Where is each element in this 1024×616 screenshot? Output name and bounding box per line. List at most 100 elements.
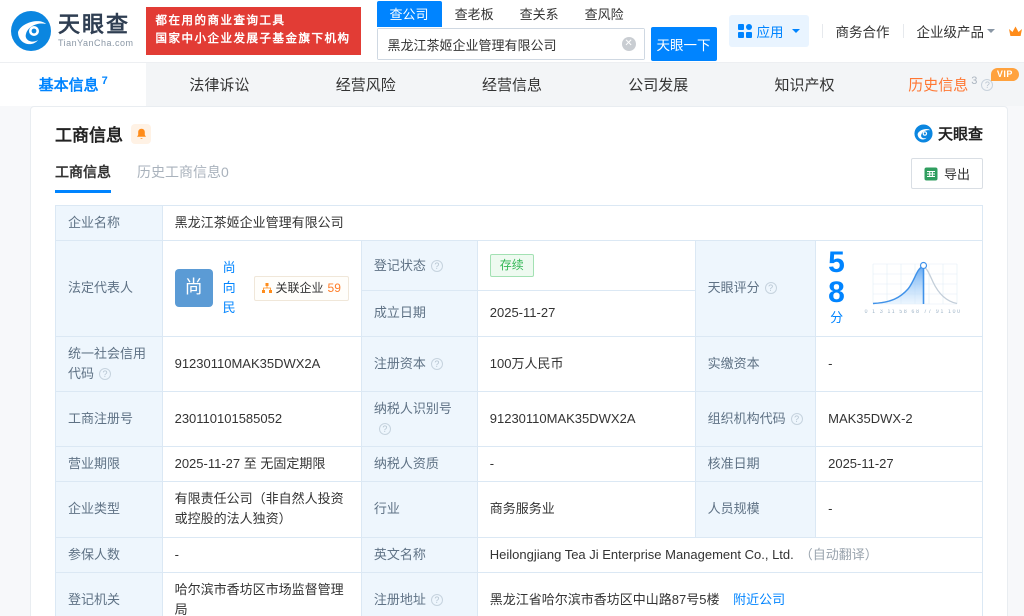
info-icon[interactable]: [99, 368, 111, 380]
tab-count: 3: [971, 75, 977, 87]
apps-grid-icon: [738, 24, 752, 38]
field-label-insured-count: 参保人数: [56, 537, 163, 572]
header-menu: 应用 商务合作 企业级产品 开通会员: [729, 15, 1024, 47]
taxpayer-id-value: 91230110MAK35DWX2A: [477, 391, 695, 446]
auto-translate-note: （自动翻译）: [800, 547, 878, 562]
subtab-business-info[interactable]: 工商信息: [55, 162, 111, 193]
search-area: 查公司 查老板 查关系 查风险 ✕ 天眼一下: [377, 1, 717, 61]
info-icon[interactable]: [431, 358, 443, 370]
field-label-legal-rep: 法定代表人: [56, 241, 163, 336]
search-box: ✕: [377, 28, 645, 60]
field-label-taxpayer-id: 纳税人识别号: [361, 391, 477, 446]
watermark-logo-icon: [914, 124, 933, 143]
legal-rep-cell: 尚 尚向民 关联企业 59: [162, 241, 361, 336]
field-label-company-name: 企业名称: [56, 206, 163, 241]
tianyancha-logo[interactable]: 天眼查 TianYanCha.com: [10, 10, 134, 52]
table-row: 企业类型 有限责任公司（非自然人投资或控股的法人独资） 行业 商务服务业 人员规…: [56, 482, 983, 537]
info-icon[interactable]: [791, 413, 803, 425]
crown-icon: [1008, 25, 1023, 38]
score-unit: 分: [830, 310, 843, 325]
watermark-text: 天眼查: [938, 123, 983, 144]
tab-operating-risk[interactable]: 经营风险: [293, 63, 439, 106]
legal-rep-avatar[interactable]: 尚: [175, 269, 213, 307]
field-label-establish-date: 成立日期: [361, 291, 477, 336]
subtab-history-business-info[interactable]: 历史工商信息0: [137, 162, 229, 193]
info-icon[interactable]: [379, 423, 391, 435]
export-button[interactable]: 导出: [911, 158, 983, 189]
tab-count: 7: [102, 75, 108, 87]
tab-label: 经营风险: [336, 74, 396, 95]
field-label-reg-number: 工商注册号: [56, 391, 163, 446]
export-label: 导出: [944, 164, 970, 183]
page: 天眼查 TianYanCha.com 都在用的商业查询工具 国家中小企业发展子基…: [0, 0, 1024, 616]
field-label-reg-capital: 注册资本: [361, 336, 477, 391]
search-input[interactable]: [378, 29, 644, 59]
business-subtabs: 工商信息 历史工商信息0: [55, 162, 229, 193]
menu-vip-upgrade[interactable]: 开通会员: [1008, 21, 1024, 41]
tab-company-development[interactable]: 公司发展: [585, 63, 731, 106]
taxpayer-qualification-value: -: [477, 447, 695, 482]
related-companies-count: 59: [328, 279, 341, 298]
search-tab-risk[interactable]: 查风险: [572, 1, 637, 27]
menu-enterprise-products[interactable]: 企业级产品: [917, 21, 996, 41]
subscribe-bell-icon[interactable]: [131, 124, 151, 144]
credit-code-value: 91230110MAK35DWX2A: [162, 336, 361, 391]
search-tab-company[interactable]: 查公司: [377, 1, 442, 27]
registered-address-value: 黑龙江省哈尔滨市香坊区中山路87号5楼 附近公司: [477, 572, 982, 616]
paid-capital-value: -: [816, 336, 983, 391]
table-row: 工商注册号 230110101585052 纳税人识别号 91230110MAK…: [56, 391, 983, 446]
info-icon[interactable]: [765, 282, 777, 294]
reg-status-value: 存续: [477, 241, 695, 291]
table-row: 统一社会信用代码 91230110MAK35DWX2A 注册资本 100万人民币…: [56, 336, 983, 391]
info-icon[interactable]: [431, 594, 443, 606]
tab-operating-info[interactable]: 经营信息: [439, 63, 585, 106]
english-name-value: Heilongjiang Tea Ji Enterprise Managemen…: [477, 537, 982, 572]
menu-business-cooperation[interactable]: 商务合作: [836, 21, 890, 41]
chevron-down-icon: [792, 29, 800, 37]
field-label-score: 天眼评分: [695, 241, 816, 336]
company-type-value: 有限责任公司（非自然人投资或控股的法人独资）: [162, 482, 361, 537]
tab-basic-info[interactable]: 基本信息 7: [0, 63, 146, 106]
field-label-company-type: 企业类型: [56, 482, 163, 537]
field-label-industry: 行业: [361, 482, 477, 537]
search-button[interactable]: 天眼一下: [651, 27, 717, 61]
reg-capital-value: 100万人民币: [477, 336, 695, 391]
apps-menu[interactable]: 应用: [729, 15, 809, 47]
promo-line-2: 国家中小企业发展子基金旗下机构: [156, 31, 351, 49]
insured-count-value: -: [162, 537, 361, 572]
org-chart-icon: [262, 283, 272, 293]
related-companies-badge[interactable]: 关联企业 59: [254, 276, 349, 301]
search-tab-relation[interactable]: 查关系: [507, 1, 572, 27]
nearby-companies-link[interactable]: 附近公司: [733, 592, 785, 607]
field-label-reg-status: 登记状态: [361, 241, 477, 291]
field-label-paid-capital: 实缴资本: [695, 336, 816, 391]
enterprise-products-label: 企业级产品: [917, 21, 985, 41]
table-row: 营业期限 2025-11-27 至 无固定期限 纳税人资质 - 核准日期 202…: [56, 447, 983, 482]
legal-rep-link[interactable]: 尚向民: [223, 258, 244, 318]
search-tabs: 查公司 查老板 查关系 查风险: [377, 1, 717, 27]
tab-legal-proceedings[interactable]: 法律诉讼: [146, 63, 292, 106]
org-code-value: MAK35DWX-2: [816, 391, 983, 446]
score-chart-ticks: 0 1 3 11 58 68 77 91 100: [864, 308, 961, 316]
tab-history-info[interactable]: 历史信息 3 VIP: [878, 63, 1024, 106]
field-label-staff-size: 人员规模: [695, 482, 816, 537]
company-name-value: 黑龙江茶姬企业管理有限公司: [162, 206, 982, 241]
promo-line-1: 都在用的商业查询工具: [156, 13, 351, 31]
top-navigation-bar: 天眼查 TianYanCha.com 都在用的商业查询工具 国家中小企业发展子基…: [0, 0, 1024, 62]
clear-search-icon[interactable]: ✕: [622, 37, 636, 51]
tianyancha-watermark: 天眼查: [914, 123, 983, 144]
section-title: 工商信息: [55, 121, 123, 146]
menu-divider: [903, 24, 904, 38]
logo-title: 天眼查: [58, 14, 134, 36]
promo-banner: 都在用的商业查询工具 国家中小企业发展子基金旗下机构: [146, 7, 361, 55]
tab-label: 知识产权: [775, 74, 835, 95]
status-badge: 存续: [490, 254, 534, 278]
tab-intellectual-property[interactable]: 知识产权: [731, 63, 877, 106]
chevron-down-icon: [987, 29, 995, 37]
menu-divider: [822, 24, 823, 38]
info-icon[interactable]: [431, 260, 443, 272]
search-tab-boss[interactable]: 查老板: [442, 1, 507, 27]
industry-value: 商务服务业: [477, 482, 695, 537]
score-cell[interactable]: 58分: [816, 241, 983, 336]
field-label-registered-address: 注册地址: [361, 572, 477, 616]
